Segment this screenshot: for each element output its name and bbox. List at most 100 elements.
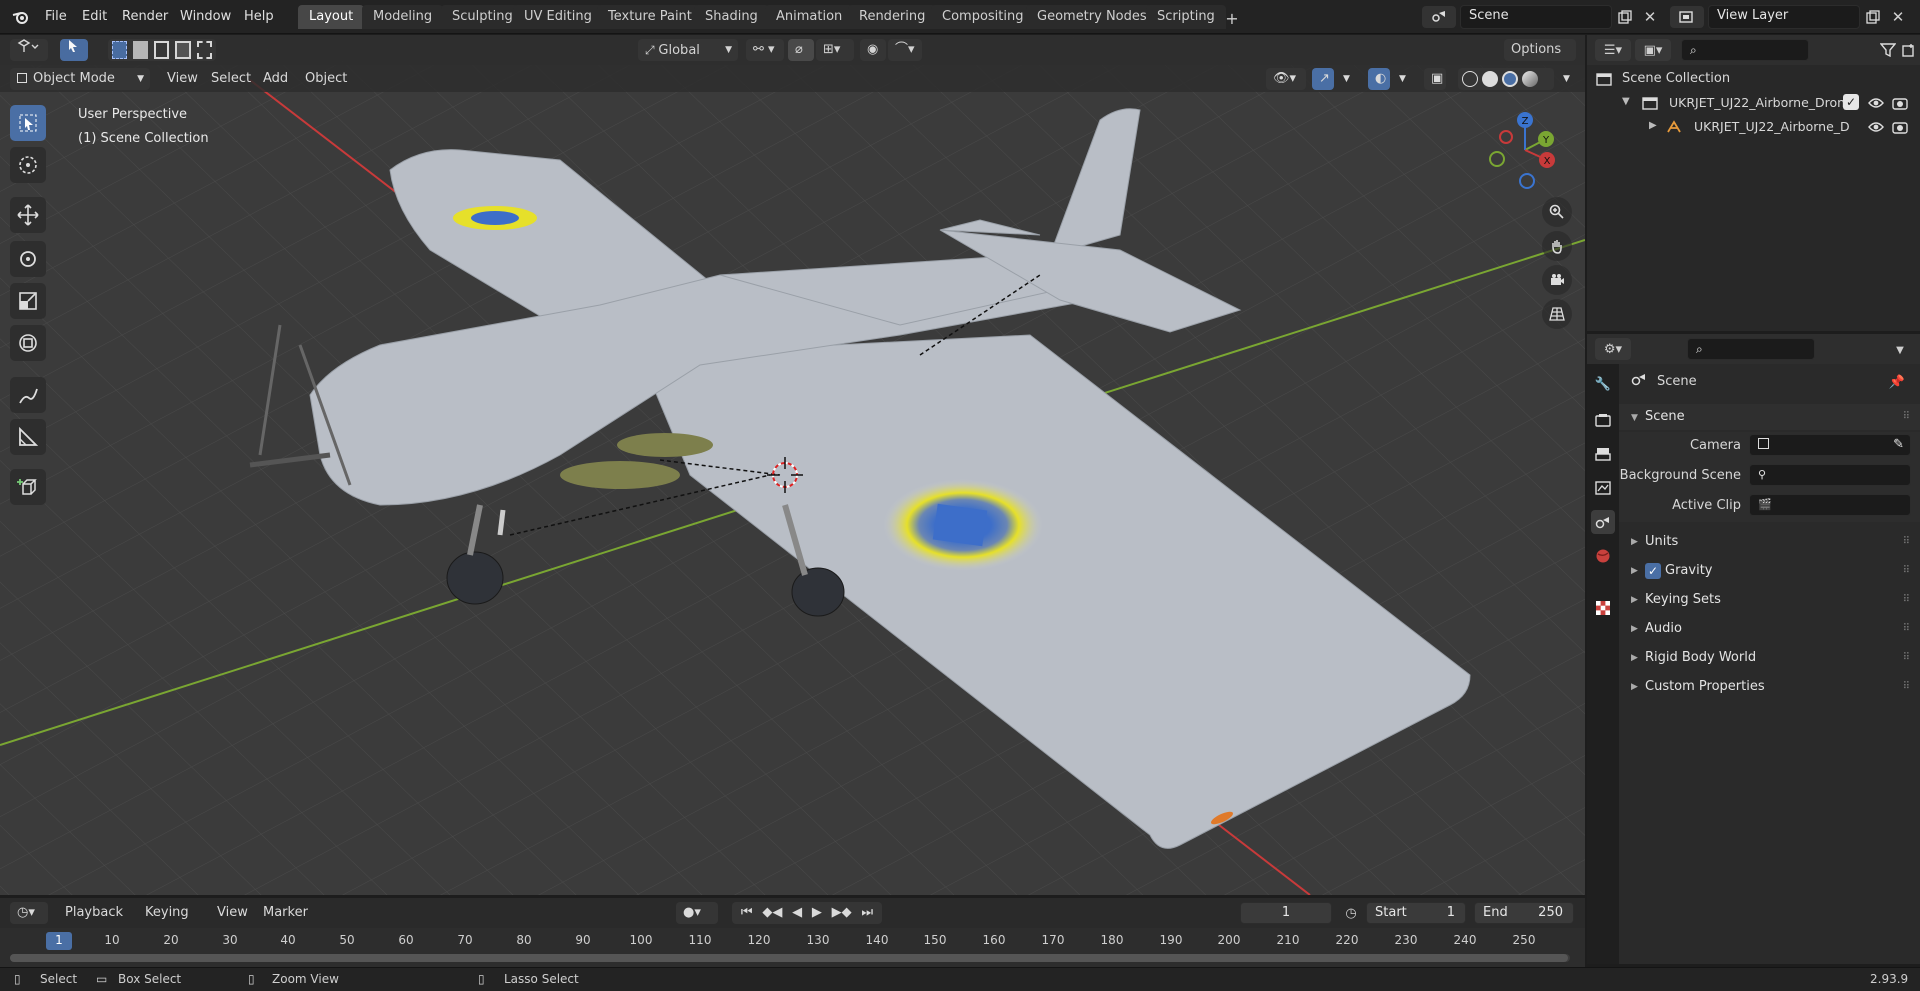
- cursor-tool[interactable]: [10, 147, 46, 183]
- tool-tab-icon[interactable]: 🔧: [1591, 372, 1615, 396]
- end-frame-field[interactable]: End 250: [1474, 902, 1574, 924]
- timeline-scrollbar-thumb[interactable]: [10, 954, 1568, 962]
- auto-keying-icon[interactable]: ●▾: [676, 902, 718, 924]
- overlays-toggle-icon[interactable]: ◐: [1368, 68, 1390, 90]
- menu-view[interactable]: View: [160, 68, 205, 90]
- current-frame-field[interactable]: 1: [1240, 902, 1332, 924]
- scene-name-field[interactable]: Scene: [1460, 5, 1612, 29]
- scene-selector-icon[interactable]: [1422, 6, 1456, 28]
- material-shading-icon[interactable]: [1502, 71, 1518, 87]
- units-section[interactable]: ▶ Units ⠿: [1619, 529, 1920, 555]
- filter-icon[interactable]: [1877, 39, 1899, 61]
- annotate-tool[interactable]: [10, 377, 46, 413]
- camera-field[interactable]: ✎: [1749, 434, 1911, 456]
- camera-view-icon[interactable]: [1542, 265, 1572, 295]
- eye-icon[interactable]: [1867, 118, 1885, 136]
- eyedropper-icon[interactable]: ✎: [1893, 435, 1904, 455]
- add-cube-tool[interactable]: [10, 469, 46, 505]
- camera-render-icon[interactable]: [1891, 94, 1909, 112]
- copy-view-layer-icon[interactable]: [1862, 6, 1884, 28]
- tab-geometry-nodes[interactable]: Geometry Nodes: [1026, 5, 1158, 29]
- select-tool-mode-icon[interactable]: [60, 39, 88, 61]
- view-layer-field[interactable]: View Layer: [1708, 5, 1860, 29]
- gravity-checkbox[interactable]: ✓: [1645, 563, 1661, 579]
- perspective-toggle-icon[interactable]: [1542, 299, 1572, 329]
- audio-section[interactable]: ▶ Audio ⠿: [1619, 616, 1920, 642]
- snap-toggle-icon[interactable]: ⌀: [788, 39, 814, 61]
- timeline-view-menu[interactable]: View: [210, 902, 255, 924]
- timeline-scrollbar[interactable]: [10, 954, 1570, 962]
- properties-editor-type-icon[interactable]: ⚙▾: [1595, 338, 1631, 360]
- editor-type-icon[interactable]: [10, 39, 48, 61]
- outliner-row-collection[interactable]: ▼ UKRJET_UJ22_Airborne_Drone ✓: [1587, 91, 1920, 115]
- gizmo-dropdown-icon[interactable]: ▼: [1336, 68, 1354, 90]
- menu-help[interactable]: Help: [236, 6, 282, 28]
- tab-rendering[interactable]: Rendering: [848, 5, 937, 29]
- background-scene-field[interactable]: ⚲: [1749, 464, 1911, 486]
- blender-logo-icon[interactable]: [10, 7, 32, 27]
- tab-layout[interactable]: Layout: [298, 5, 365, 29]
- copy-scene-icon[interactable]: [1614, 6, 1636, 28]
- transform-tool[interactable]: [10, 325, 46, 361]
- outliner-row-scene-collection[interactable]: Scene Collection: [1587, 67, 1920, 91]
- playback-menu[interactable]: Playback ▼: [58, 902, 136, 941]
- menu-file[interactable]: File: [37, 6, 75, 28]
- rotate-tool[interactable]: [10, 241, 46, 277]
- view-layer-selector-icon[interactable]: [1670, 6, 1704, 28]
- shading-dropdown-icon[interactable]: ▼: [1556, 68, 1576, 90]
- solid-shading-icon[interactable]: [1482, 71, 1498, 87]
- drag-handle-icon[interactable]: ⠿: [1903, 529, 1910, 555]
- eye-icon[interactable]: [1867, 94, 1885, 112]
- timeline-editor-type-icon[interactable]: ◷▾: [10, 902, 48, 924]
- world-tab-icon[interactable]: [1591, 544, 1615, 568]
- move-tool[interactable]: [10, 197, 46, 233]
- tab-sculpting[interactable]: Sculpting: [441, 5, 524, 29]
- select-box-tool[interactable]: [10, 105, 46, 141]
- tab-modeling[interactable]: Modeling: [362, 5, 444, 29]
- drag-handle-icon[interactable]: ⠿: [1903, 558, 1910, 584]
- next-keyframe-icon[interactable]: ▶◆: [832, 902, 852, 924]
- outliner-search-input[interactable]: ⌕: [1681, 39, 1809, 61]
- render-tab-icon[interactable]: [1591, 408, 1615, 432]
- proportional-falloff-icon[interactable]: ⌒▾: [888, 39, 922, 61]
- gizmo-toggle-icon[interactable]: ↗: [1312, 68, 1334, 90]
- properties-search-input[interactable]: ⌕: [1687, 338, 1815, 360]
- tab-texture-paint[interactable]: Texture Paint: [597, 5, 703, 29]
- drag-handle-icon[interactable]: ⠿: [1903, 587, 1910, 613]
- menu-edit[interactable]: Edit: [74, 6, 115, 28]
- prev-keyframe-icon[interactable]: ◆◀: [762, 902, 782, 924]
- new-collection-icon[interactable]: [1899, 39, 1919, 61]
- scene-panel-header[interactable]: ▼ Scene ⠿: [1619, 404, 1920, 430]
- keying-sets-section[interactable]: ▶ Keying Sets ⠿: [1619, 587, 1920, 613]
- rigid-body-world-section[interactable]: ▶ Rigid Body World ⠿: [1619, 645, 1920, 671]
- custom-properties-section[interactable]: ▶ Custom Properties ⠿: [1619, 674, 1920, 700]
- navigation-gizmo[interactable]: Y Z X: [1480, 105, 1570, 195]
- measure-tool[interactable]: [10, 419, 46, 455]
- select-subtract-icon[interactable]: [153, 41, 170, 59]
- snap-target-icon[interactable]: ⊞▾: [816, 39, 854, 61]
- proportional-edit-icon[interactable]: ◉: [860, 39, 886, 61]
- tab-shading[interactable]: Shading: [694, 5, 769, 29]
- select-extend-icon[interactable]: [133, 41, 148, 59]
- marker-menu[interactable]: Marker: [256, 902, 315, 924]
- overlays-dropdown-icon[interactable]: ▼: [1392, 68, 1410, 90]
- add-workspace-icon[interactable]: +: [1222, 8, 1242, 28]
- selection-mode-buttons[interactable]: [108, 39, 216, 61]
- expand-arrow-icon[interactable]: ▼: [1622, 96, 1630, 107]
- pivot-point-icon[interactable]: ⚯ ▾: [746, 39, 784, 61]
- options-dropdown[interactable]: Options ▼: [1504, 39, 1576, 78]
- mode-dropdown[interactable]: Object Mode ▼: [10, 68, 150, 90]
- outliner-editor-type-icon[interactable]: ☰▾: [1595, 39, 1631, 61]
- drag-handle-icon[interactable]: ⠿: [1903, 404, 1910, 430]
- outliner-row-object[interactable]: ▶ UKRJET_UJ22_Airborne_D: [1587, 115, 1920, 139]
- remove-scene-icon[interactable]: ✕: [1639, 6, 1661, 28]
- tab-uv-editing[interactable]: UV Editing: [513, 5, 603, 29]
- menu-add[interactable]: Add: [256, 68, 295, 90]
- keying-menu[interactable]: Keying ▼: [138, 902, 206, 941]
- menu-render[interactable]: Render: [114, 6, 176, 28]
- start-frame-field[interactable]: Start 1: [1366, 902, 1466, 924]
- active-clip-field[interactable]: 🎬: [1749, 494, 1911, 516]
- menu-select[interactable]: Select: [204, 68, 258, 90]
- scale-tool[interactable]: [10, 283, 46, 319]
- menu-object[interactable]: Object: [298, 68, 354, 90]
